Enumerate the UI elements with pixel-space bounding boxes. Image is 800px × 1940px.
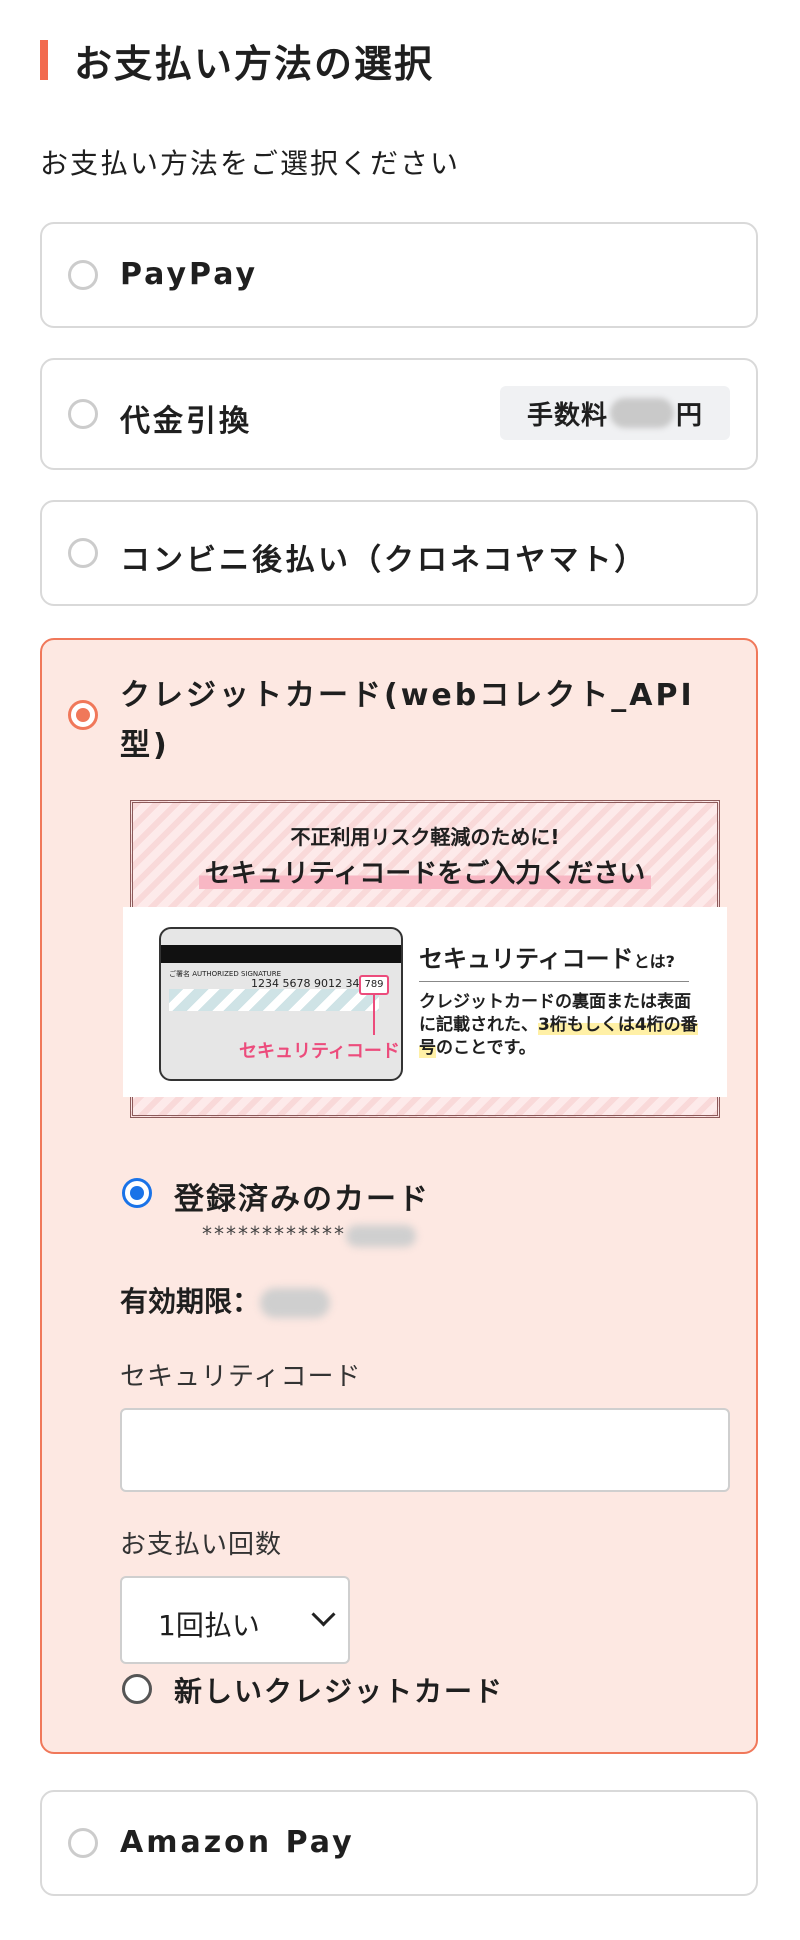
heading-accent-bar	[40, 40, 48, 80]
radio-amazon[interactable]	[68, 1828, 98, 1858]
option-label-amazon: Amazon Pay	[120, 1825, 355, 1860]
card-illustration: ご署名 AUTHORIZED SIGNATURE 1234 5678 9012 …	[159, 927, 403, 1081]
fee-prefix: 手数料	[526, 400, 608, 431]
payment-option-conveni[interactable]: コンビニ後払い（クロネコヤマト）	[40, 500, 758, 606]
banner-heading: セキュリティコードをご入力ください	[133, 853, 717, 890]
option-label-conveni: コンビニ後払い（クロネコヤマト）	[120, 543, 648, 578]
section-heading: お支払い方法の選択	[40, 38, 434, 86]
cod-fee-badge: 手数料 円	[500, 386, 730, 440]
magnetic-stripe	[161, 945, 401, 963]
installments-select[interactable]: 1回払い	[120, 1576, 350, 1664]
registered-card-label: 登録済みのカード	[174, 1182, 430, 1217]
radio-conveni[interactable]	[68, 538, 98, 568]
security-code-banner: 不正利用リスク軽減のために! セキュリティコードをご入力ください ご署名 AUT…	[123, 800, 727, 1118]
page-title: お支払い方法の選択	[74, 41, 435, 86]
expiry: 有効期限：	[120, 1280, 331, 1320]
sc-description: クレジットカードの裏面または表面に記載された、3桁もしくは4桁の番号のことです。	[419, 992, 698, 1058]
sc-divider	[419, 981, 689, 982]
installments-label: お支払い回数	[120, 1530, 283, 1560]
radio-credit[interactable]	[68, 700, 98, 730]
card-sample-cvv: 789	[359, 975, 389, 995]
signature-panel	[169, 989, 379, 1011]
card-sample-number: 1234 5678 9012 3456	[251, 977, 374, 990]
radio-new-card[interactable]	[122, 1674, 152, 1704]
radio-registered-card[interactable]	[122, 1178, 152, 1208]
new-card-label: 新しいクレジットカード	[174, 1675, 505, 1708]
payment-option-cod[interactable]: 代金引換 手数料 円	[40, 358, 758, 470]
option-label-credit-2: 型)	[120, 728, 170, 763]
chevron-down-icon	[311, 1602, 336, 1627]
cvv-label: セキュリティコード	[239, 1041, 400, 1062]
banner-body: ご署名 AUTHORIZED SIGNATURE 1234 5678 9012 …	[123, 907, 727, 1097]
banner-warning: 不正利用リスク軽減のために!	[290, 825, 560, 849]
expiry-value-redacted	[260, 1288, 331, 1318]
payment-option-amazon[interactable]: Amazon Pay	[40, 1790, 758, 1896]
radio-cod[interactable]	[68, 399, 98, 429]
fee-suffix: 円	[676, 400, 704, 431]
option-label-credit-1: クレジットカード(webコレクト_API	[120, 678, 695, 713]
security-code-input[interactable]	[120, 1408, 730, 1492]
security-code-label: セキュリティコード	[120, 1362, 362, 1392]
masked-card-number: ************	[202, 1222, 416, 1247]
payment-option-credit[interactable]: クレジットカード(webコレクト_API 型) 不正利用リスク軽減のために! セ…	[40, 638, 758, 1754]
instruction-text: お支払い方法をご選択ください	[40, 147, 461, 180]
cvv-pointer-line	[373, 993, 375, 1035]
sc-title: セキュリティコードとは?	[419, 945, 675, 973]
option-label-paypay: PayPay	[120, 257, 259, 292]
installments-value: 1回払い	[158, 1609, 260, 1642]
payment-option-paypay[interactable]: PayPay	[40, 222, 758, 328]
radio-paypay[interactable]	[68, 260, 98, 290]
option-label-cod: 代金引換	[120, 404, 252, 439]
fee-amount-redacted	[610, 398, 674, 428]
card-last-digits-redacted	[346, 1224, 416, 1247]
